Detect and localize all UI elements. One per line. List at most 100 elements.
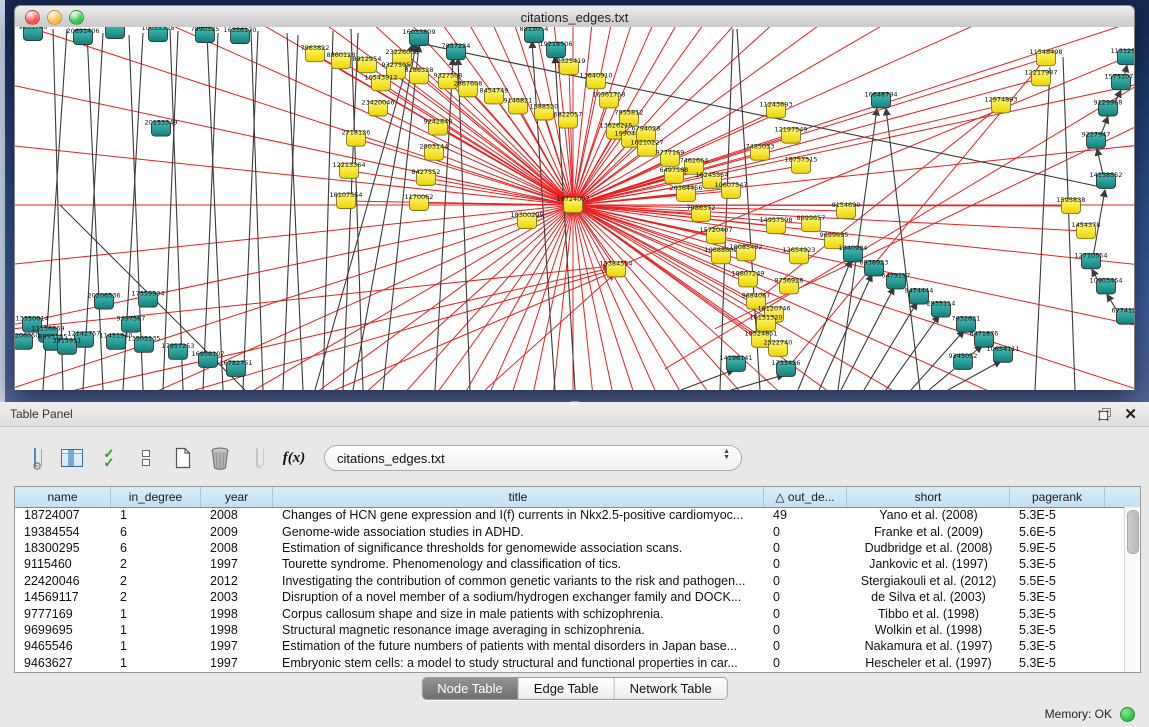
graph-node[interactable]: 2867608 [454, 79, 483, 97]
column-header-short[interactable]: short [847, 487, 1010, 507]
graph-node[interactable]: 20691406 [66, 27, 99, 45]
graph-node[interactable]: 16961758 [592, 90, 625, 108]
network-canvas[interactable]: 1872400718300295193845547963822886012889… [14, 27, 1135, 390]
tab-network-table[interactable]: Network Table [615, 678, 727, 699]
close-window-icon[interactable] [25, 10, 40, 25]
graph-node[interactable]: 1454378 [1072, 221, 1101, 239]
graph-node[interactable]: 9129968 [1094, 98, 1123, 116]
graph-node[interactable]: 20153349 [144, 119, 177, 137]
graph-node[interactable]: 9227947 [1082, 131, 1111, 149]
tab-edge-table[interactable]: Edge Table [519, 678, 615, 699]
graph-node[interactable]: 13654923 [782, 246, 815, 264]
graph-node-label: 7485033 [746, 143, 775, 151]
graph-node[interactable]: 8427552 [412, 168, 441, 186]
graph-node-label: 12325419 [552, 57, 585, 65]
table-row[interactable]: 911546021997Tourette syndrome. Phenomeno… [15, 556, 1125, 572]
graph-node[interactable]: 12213364 [332, 161, 365, 179]
column-header-name[interactable]: name [15, 487, 111, 507]
graph-node[interactable]: 2803144 [420, 143, 449, 161]
graph-node[interactable]: 16033809 [402, 28, 435, 46]
graph-node[interactable]: 18757515 [784, 156, 817, 174]
graph-node[interactable]: 18107554 [329, 191, 362, 209]
graph-node-label: 16782751 [219, 359, 252, 367]
table-row[interactable]: 1456911722003Disruption of a novel membe… [15, 589, 1125, 605]
select-rows-icon[interactable]: ✓✓ [96, 445, 122, 471]
graph-node-label: 3915911 [53, 337, 82, 345]
graph-node[interactable]: 13640910 [579, 71, 612, 89]
graph-node[interactable]: 12217987 [1024, 68, 1057, 86]
graph-node[interactable]: 6774123 [1112, 307, 1134, 325]
graph-node[interactable]: 9055740 [19, 27, 48, 41]
graph-node-label: 1588520 [530, 102, 559, 110]
splitter-handle[interactable] [568, 399, 582, 405]
graph-node[interactable]: 13505135 [127, 335, 160, 353]
graph-node[interactable]: 8860128 [327, 51, 356, 69]
graph-node[interactable]: 25206050 [15, 332, 40, 350]
graph-node-label: 20691406 [66, 27, 99, 35]
graph-node[interactable]: 10903454 [1089, 276, 1122, 294]
column-header-title[interactable]: title [273, 487, 764, 507]
graph-node[interactable]: 9245052 [949, 352, 978, 370]
graph-node[interactable]: 17957253 [161, 342, 194, 360]
function-builder-icon[interactable]: f(x) [281, 445, 307, 471]
float-panel-icon[interactable] [1098, 407, 1112, 421]
graph-node[interactable]: 10654111 [986, 345, 1019, 363]
row-height-icon[interactable] [133, 445, 159, 471]
table-row[interactable]: 2242004622012Investigating the contribut… [15, 573, 1125, 589]
minimize-window-icon[interactable] [47, 10, 62, 25]
table-row[interactable]: 1938455462009Genome-wide association stu… [15, 523, 1125, 539]
table-select-dropdown[interactable]: citations_edges.txt ▲▼ [324, 445, 742, 471]
table-row[interactable]: 1830029562008Estimation of significance … [15, 540, 1125, 556]
graph-node[interactable]: 7890325 [191, 27, 220, 43]
new-document-icon[interactable] [170, 445, 196, 471]
graph-node[interactable]: 23420046 [361, 98, 394, 116]
graph-node-label: 9245052 [949, 352, 978, 360]
table-row[interactable]: 946362711997Embryonic stem cells: a mode… [15, 655, 1125, 671]
cell-short: Nakamura et al. (1997) [847, 639, 1010, 653]
graph-node[interactable]: 19218506 [539, 40, 572, 58]
column-header-out_degree[interactable]: △ out_de... [764, 487, 847, 507]
graph-node[interactable]: 9154690 [832, 201, 861, 219]
graph-node[interactable]: 7963822 [301, 44, 330, 62]
graph-node[interactable]: 9756928 [775, 276, 804, 294]
graph-node[interactable]: 12710554 [1074, 251, 1107, 269]
graph-node-label: 11512544 [1110, 47, 1134, 55]
table-panel-title: Table Panel [0, 407, 73, 421]
graph-node-label: 9227947 [1082, 131, 1111, 139]
graph-node[interactable]: 20206536 [87, 291, 120, 309]
table-row[interactable]: 1872400712008Changes of HCN gene express… [15, 507, 1125, 523]
graph-node[interactable]: 20364456 [669, 184, 702, 202]
graph-node[interactable]: 1527602 [101, 27, 130, 39]
graph-node[interactable]: 9146821 [504, 96, 533, 114]
zoom-window-icon[interactable] [69, 10, 84, 25]
trash-icon[interactable] [207, 445, 233, 471]
citation-network-graph[interactable]: 1872400718300295193845547963822886012889… [15, 27, 1134, 390]
vertical-scrollbar[interactable] [1124, 507, 1140, 672]
table-row[interactable]: 969969511998Structural magnetic resonanc… [15, 622, 1125, 638]
table-row[interactable]: 977716911998Corpus callosum shape and si… [15, 605, 1125, 621]
window-titlebar[interactable]: citations_edges.txt [14, 5, 1135, 29]
tab-node-table[interactable]: Node Table [422, 678, 519, 699]
cell-title: Corpus callosum shape and size in male p… [273, 607, 764, 621]
graph-node[interactable]: 10055328 [141, 27, 174, 42]
close-panel-icon[interactable]: ✕ [1124, 407, 1137, 422]
column-header-pagerank[interactable]: pagerank [1010, 487, 1105, 507]
select-columns-icon[interactable] [59, 445, 85, 471]
graph-node[interactable]: 19384554 [599, 259, 632, 277]
graph-node-label: 7632621 [952, 315, 981, 323]
cell-in_degree: 1 [111, 607, 201, 621]
graph-node[interactable]: 11548498 [1029, 48, 1062, 66]
table-row[interactable]: 946554611997Estimation of the future num… [15, 638, 1125, 654]
column-header-in_degree[interactable]: in_degree [111, 487, 201, 507]
cell-out_degree: 0 [764, 639, 847, 653]
graph-node[interactable]: 18300295 [510, 211, 543, 229]
graph-node[interactable]: 6822057 [554, 110, 583, 128]
table-settings-icon[interactable]: ⚙ [22, 445, 48, 471]
graph-node[interactable]: 15751074 [1104, 72, 1134, 90]
scrollbar-thumb[interactable] [1127, 510, 1139, 554]
column-header-year[interactable]: year [201, 487, 273, 507]
graph-node-label: 18807249 [731, 269, 764, 277]
cell-in_degree: 1 [111, 623, 201, 637]
graph-node[interactable]: 16782751 [219, 359, 252, 377]
graph-node-label: 1170062 [405, 193, 434, 201]
